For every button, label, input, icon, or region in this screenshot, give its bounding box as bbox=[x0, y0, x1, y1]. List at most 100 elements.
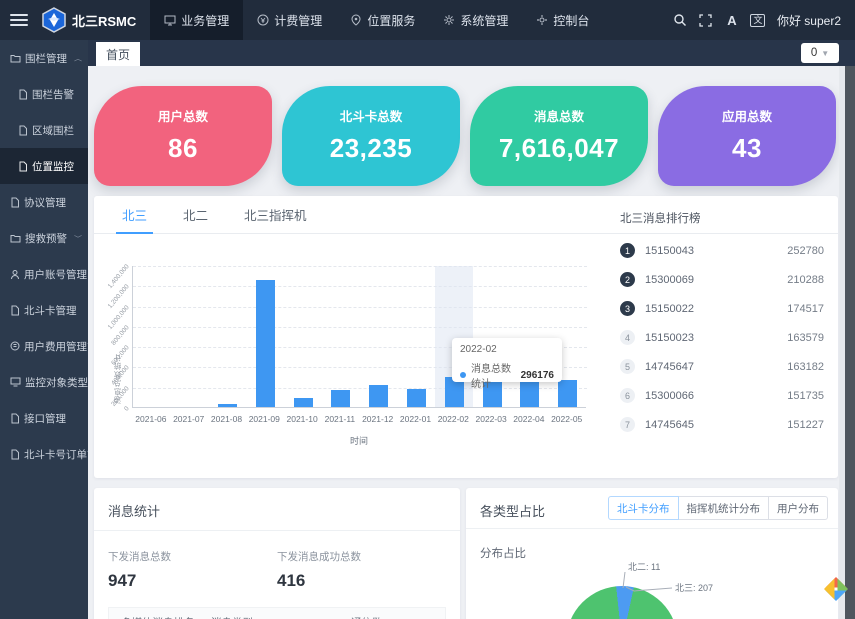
sidebar-item-api-management[interactable]: 接口管理 bbox=[0, 400, 88, 436]
diamond-pinwheel-icon bbox=[823, 576, 849, 602]
file-icon bbox=[10, 449, 20, 460]
rank-badge: 6 bbox=[620, 388, 635, 403]
bar-2022-05[interactable] bbox=[558, 380, 577, 407]
ranking-card-id: 14745645 bbox=[645, 419, 694, 431]
button-command-machine-distribution[interactable]: 指挥机统计分布 bbox=[678, 496, 770, 520]
button-beidou-card-distribution[interactable]: 北斗卡分布 bbox=[608, 496, 679, 520]
brand-title: 北三RSMC bbox=[72, 11, 136, 30]
nav-item-billing[interactable]: 计费管理 bbox=[243, 0, 336, 40]
nav-item-label: 控制台 bbox=[553, 12, 589, 29]
bar-2021-08[interactable] bbox=[218, 404, 237, 407]
file-icon bbox=[18, 125, 28, 136]
tooltip-value: 296176 bbox=[521, 370, 554, 381]
ranking-card-id: 14745647 bbox=[645, 361, 694, 373]
chevron-down-icon: ﹀ bbox=[87, 342, 88, 351]
stat-card-users: 用户总数 86 bbox=[94, 86, 272, 186]
console-gear-icon bbox=[536, 14, 548, 26]
folder-icon bbox=[10, 53, 21, 64]
gridline bbox=[133, 266, 587, 267]
message-ranking: 北三消息排行榜 11515004325278021530006921028831… bbox=[620, 210, 824, 439]
tab-command-machine[interactable]: 北三指挥机 bbox=[226, 196, 325, 233]
rank-badge: 5 bbox=[620, 359, 635, 374]
sidebar-item-area-fence[interactable]: 区域围栏 bbox=[0, 112, 88, 148]
tab-pager-dropdown[interactable]: 0▼ bbox=[801, 43, 839, 63]
search-icon[interactable] bbox=[667, 0, 693, 40]
font-size-icon[interactable]: A bbox=[719, 0, 745, 40]
ranking-value: 151735 bbox=[787, 390, 824, 402]
chevron-up-icon: ︿ bbox=[74, 54, 82, 63]
series-dot-icon bbox=[460, 372, 466, 378]
tab-home[interactable]: 首页 bbox=[96, 42, 140, 66]
rank-badge: 4 bbox=[620, 330, 635, 345]
language-icon[interactable]: 文 bbox=[745, 0, 771, 40]
sidebar-item-user-fees[interactable]: 用户费用管理﹀ bbox=[0, 328, 88, 364]
ranking-row: 714745645151227 bbox=[620, 410, 824, 439]
table-header: 多媒体消息排名 bbox=[121, 615, 211, 619]
folder-icon bbox=[10, 233, 21, 244]
ratio-button-group: 北斗卡分布 指挥机统计分布 用户分布 bbox=[608, 496, 828, 520]
bar-2021-09[interactable] bbox=[256, 280, 275, 407]
billing-icon bbox=[257, 14, 269, 26]
pie-chart bbox=[566, 586, 678, 619]
fullscreen-icon[interactable] bbox=[693, 0, 719, 40]
bar-2021-10[interactable] bbox=[294, 398, 313, 407]
sidebar-item-user-account[interactable]: 用户账号管理 bbox=[0, 256, 88, 292]
sidebar-item-fence-management[interactable]: 围栏管理︿ bbox=[0, 40, 88, 76]
file-icon bbox=[18, 89, 28, 100]
stat-card-value: 23,235 bbox=[282, 133, 460, 164]
user-icon bbox=[10, 269, 20, 280]
file-icon bbox=[18, 161, 28, 172]
tooltip-date: 2022-02 bbox=[460, 344, 554, 355]
bar-2021-11[interactable] bbox=[331, 390, 350, 407]
nav-item-label: 系统管理 bbox=[460, 12, 508, 29]
pie-label-bei3: 北三: 207 bbox=[675, 581, 713, 594]
user-greeting[interactable]: 你好 super2 bbox=[777, 12, 841, 29]
file-icon bbox=[10, 413, 20, 424]
scrollbar-thumb[interactable] bbox=[845, 66, 855, 619]
sidebar-item-fence-alarm[interactable]: 围栏告警 bbox=[0, 76, 88, 112]
x-axis-title: 时间 bbox=[132, 434, 586, 447]
bar-2022-01[interactable] bbox=[407, 389, 426, 407]
ranking-title: 北三消息排行榜 bbox=[620, 210, 824, 226]
rank-badge: 3 bbox=[620, 301, 635, 316]
gridline bbox=[133, 307, 587, 308]
metric-value: 416 bbox=[277, 571, 446, 591]
app-logo bbox=[42, 7, 66, 33]
rank-badge: 2 bbox=[620, 272, 635, 287]
button-user-distribution[interactable]: 用户分布 bbox=[768, 496, 828, 520]
floating-diamond-widget[interactable] bbox=[823, 576, 849, 602]
ranking-value: 252780 bbox=[787, 245, 824, 257]
ranking-row: 115150043252780 bbox=[620, 236, 824, 265]
ranking-row: 514745647163182 bbox=[620, 352, 824, 381]
ranking-row: 315150022174517 bbox=[620, 294, 824, 323]
nav-item-business[interactable]: 业务管理 bbox=[150, 0, 243, 40]
tooltip-series: 消息总数统计 bbox=[471, 360, 521, 390]
sidebar-item-card-orders[interactable]: 北斗卡号订单管理 bbox=[0, 436, 88, 472]
nav-item-console[interactable]: 控制台 bbox=[522, 0, 603, 40]
stat-card-apps: 应用总数 43 bbox=[658, 86, 836, 186]
tab-beier[interactable]: 北二 bbox=[165, 196, 226, 233]
rank-badge: 7 bbox=[620, 417, 635, 432]
nav-item-system[interactable]: 系统管理 bbox=[429, 0, 522, 40]
nav-item-label: 计费管理 bbox=[274, 12, 322, 29]
sidebar-item-sar-warning[interactable]: 搜救预警﹀ bbox=[0, 220, 88, 256]
tab-beisan[interactable]: 北三 bbox=[104, 196, 165, 233]
stat-card-value: 86 bbox=[94, 133, 272, 164]
sidebar-item-protocol[interactable]: 协议管理 bbox=[0, 184, 88, 220]
message-chart-panel: 北三 北二 北三指挥机 消息总数统计 2021-062021-072021-08… bbox=[94, 196, 838, 478]
nav-item-location[interactable]: 位置服务 bbox=[336, 0, 429, 40]
monitor-icon bbox=[164, 14, 176, 26]
bar-2021-12[interactable] bbox=[369, 385, 388, 407]
ranking-rows: 1151500432527802153000692102883151500221… bbox=[620, 236, 824, 439]
metric-label: 下发消息总数 bbox=[108, 549, 277, 564]
hamburger-icon[interactable] bbox=[10, 14, 28, 26]
x-axis-tick: 2022-05 bbox=[543, 414, 591, 424]
sidebar-item-location-monitor[interactable]: 位置监控 bbox=[0, 148, 88, 184]
nav-item-label: 位置服务 bbox=[367, 12, 415, 29]
sidebar-item-beidou-card[interactable]: 北斗卡管理 bbox=[0, 292, 88, 328]
ranking-value: 210288 bbox=[787, 274, 824, 286]
file-icon bbox=[10, 305, 20, 316]
gridline bbox=[133, 286, 587, 287]
gear-icon bbox=[443, 14, 455, 26]
sidebar-item-monitor-object-type[interactable]: 监控对象类型管理﹀ bbox=[0, 364, 88, 400]
